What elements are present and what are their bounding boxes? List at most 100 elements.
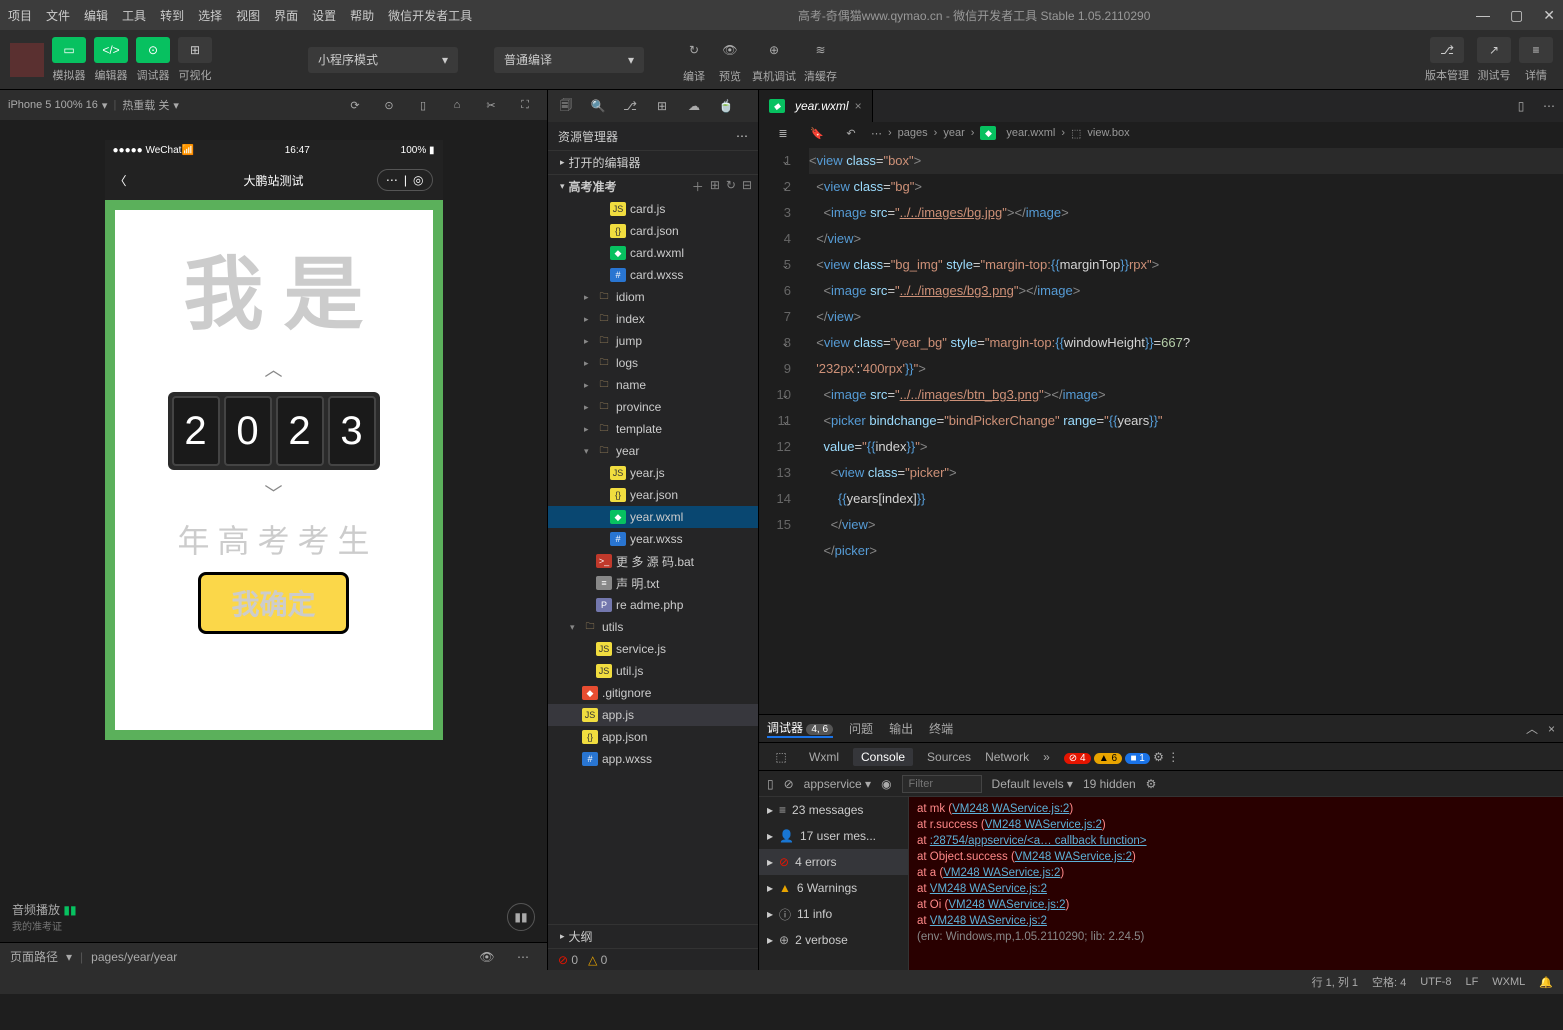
console-filter-11 info[interactable]: ▸ⓘ11 info: [759, 901, 908, 927]
new-file-icon[interactable]: ＋: [692, 178, 704, 195]
file-card.json[interactable]: {}card.json: [548, 220, 758, 242]
avatar[interactable]: [10, 43, 44, 77]
tab-terminal[interactable]: 终端: [929, 720, 953, 737]
file-year.js[interactable]: JSyear.js: [548, 462, 758, 484]
clear-cache-button[interactable]: ≋: [807, 36, 835, 64]
refresh-icon[interactable]: ↻: [726, 178, 736, 195]
db-tab-icon[interactable]: ☁: [680, 92, 708, 120]
back-icon[interactable]: 〈: [115, 172, 127, 189]
chevron-down-icon[interactable]: ﹀: [265, 480, 283, 506]
breadcrumb[interactable]: ≣ 🔖 ↶ ⋯› pages› year› ◆year.wxml› ⬚ view…: [759, 122, 1563, 144]
status-item[interactable]: UTF-8: [1420, 976, 1451, 988]
error-badge[interactable]: ⊘ 4: [1064, 753, 1091, 764]
menu-选择[interactable]: 选择: [198, 7, 222, 24]
file-card.wxss[interactable]: #card.wxss: [548, 264, 758, 286]
file-card.wxml[interactable]: ◆card.wxml: [548, 242, 758, 264]
console-filter-2 verbose[interactable]: ▸⊕2 verbose: [759, 927, 908, 953]
search-tab-icon[interactable]: 🔍: [584, 92, 612, 120]
menu-帮助[interactable]: 帮助: [350, 7, 374, 24]
undo-icon[interactable]: ↶: [837, 119, 865, 147]
live-icon[interactable]: ◉: [881, 777, 891, 791]
file-声 明.txt[interactable]: ≡声 明.txt: [548, 572, 758, 594]
sidebar-toggle-icon[interactable]: ▯: [767, 777, 774, 791]
home-icon[interactable]: ⌂: [443, 91, 471, 119]
mode-select[interactable]: 小程序模式▾: [308, 47, 458, 73]
docker-tab-icon[interactable]: 🍵: [712, 92, 740, 120]
file-service.js[interactable]: JSservice.js: [548, 638, 758, 660]
menu-界面[interactable]: 界面: [274, 7, 298, 24]
tab-output[interactable]: 输出: [889, 720, 913, 737]
reload-select[interactable]: 热重载 关 ▾: [122, 97, 179, 113]
folder-year[interactable]: ▾🗀year: [548, 440, 758, 462]
tab-network[interactable]: Network: [985, 750, 1029, 764]
menu-工具[interactable]: 工具: [122, 7, 146, 24]
gear-icon[interactable]: ⚙: [1146, 777, 1157, 791]
folder-index[interactable]: ▸🗀index: [548, 308, 758, 330]
more-icon[interactable]: ⋯: [736, 129, 748, 143]
cut-icon[interactable]: ✂: [477, 91, 505, 119]
tab-problems[interactable]: 问题: [849, 720, 873, 737]
files-tab-icon[interactable]: 🗐: [552, 92, 580, 120]
folder-template[interactable]: ▸🗀template: [548, 418, 758, 440]
chevron-up-icon[interactable]: ︿: [1526, 720, 1538, 737]
dots-icon[interactable]: ⋮: [1167, 750, 1179, 764]
filter-input[interactable]: [902, 775, 982, 793]
status-item[interactable]: 空格: 4: [1372, 974, 1406, 990]
folder-logs[interactable]: ▸🗀logs: [548, 352, 758, 374]
menu-项目[interactable]: 项目: [8, 7, 32, 24]
file-card.js[interactable]: JScard.js: [548, 198, 758, 220]
more-icon[interactable]: ⋯: [509, 943, 537, 971]
menu-微信开发者工具[interactable]: 微信开发者工具: [388, 7, 472, 24]
remote-debug-button[interactable]: ⊕: [760, 36, 788, 64]
more-tabs-icon[interactable]: »: [1043, 750, 1050, 764]
gear-icon[interactable]: ⚙: [1153, 750, 1164, 764]
open-editors-section[interactable]: ▸打开的编辑器: [548, 150, 758, 174]
file-app.wxss[interactable]: #app.wxss: [548, 748, 758, 770]
console-output[interactable]: at mk (VM248 WAService.js:2) at r.succes…: [909, 797, 1563, 970]
menu-文件[interactable]: 文件: [46, 7, 70, 24]
confirm-button[interactable]: 我确定: [198, 572, 348, 634]
warn-count[interactable]: △ 0: [588, 953, 607, 967]
folder-jump[interactable]: ▸🗀jump: [548, 330, 758, 352]
folder-name[interactable]: ▸🗀name: [548, 374, 758, 396]
project-section[interactable]: ▾高考准考 ＋ ⊞ ↻ ⊟: [548, 174, 758, 198]
rotate-icon[interactable]: ⟳: [341, 91, 369, 119]
simulator-button[interactable]: ▭: [52, 37, 86, 63]
pause-icon[interactable]: ▮▮: [507, 903, 535, 931]
status-item[interactable]: WXML: [1492, 976, 1525, 988]
tab-sources[interactable]: Sources: [927, 750, 971, 764]
outline-icon[interactable]: ≣: [769, 119, 797, 147]
eye-icon[interactable]: 👁: [473, 943, 501, 971]
levels-select[interactable]: Default levels ▾: [992, 777, 1073, 791]
file-year.wxss[interactable]: #year.wxss: [548, 528, 758, 550]
close-icon[interactable]: ✕: [1543, 7, 1555, 24]
file-.gitignore[interactable]: ◆.gitignore: [548, 682, 758, 704]
folder-province[interactable]: ▸🗀province: [548, 396, 758, 418]
file-year.wxml[interactable]: ◆year.wxml: [548, 506, 758, 528]
editor-tab[interactable]: ◆ year.wxml ×: [759, 90, 873, 122]
menu-icon[interactable]: ⋯: [386, 173, 398, 187]
file-app.js[interactable]: JSapp.js: [548, 704, 758, 726]
target-icon[interactable]: ◎: [413, 173, 423, 187]
menu-编辑[interactable]: 编辑: [84, 7, 108, 24]
chevron-up-icon[interactable]: ︿: [265, 356, 283, 382]
split-icon[interactable]: ▯: [1507, 92, 1535, 120]
console-filter-4 errors[interactable]: ▸⊘4 errors: [759, 849, 908, 875]
git-tab-icon[interactable]: ⎇: [616, 92, 644, 120]
year-picker[interactable]: 2 0 2 3: [168, 392, 380, 470]
minimize-icon[interactable]: —: [1476, 7, 1490, 24]
mute-icon[interactable]: ▯: [409, 91, 437, 119]
console-filter-6 Warnings[interactable]: ▸▲6 Warnings: [759, 875, 908, 901]
tab-wxml[interactable]: Wxml: [809, 750, 839, 764]
file-app.json[interactable]: {}app.json: [548, 726, 758, 748]
fullscreen-icon[interactable]: ⛶: [511, 91, 539, 119]
tab-console[interactable]: Console: [853, 748, 913, 766]
console-filter-17 user mes...[interactable]: ▸👤17 user mes...: [759, 823, 908, 849]
file-year.json[interactable]: {}year.json: [548, 484, 758, 506]
close-icon[interactable]: ×: [1548, 722, 1555, 736]
version-mgmt-button[interactable]: ⎇: [1430, 37, 1464, 63]
record-icon[interactable]: ⊙: [375, 91, 403, 119]
context-select[interactable]: appservice ▾: [804, 777, 871, 791]
editor-button[interactable]: </>: [94, 37, 128, 63]
menu-视图[interactable]: 视图: [236, 7, 260, 24]
